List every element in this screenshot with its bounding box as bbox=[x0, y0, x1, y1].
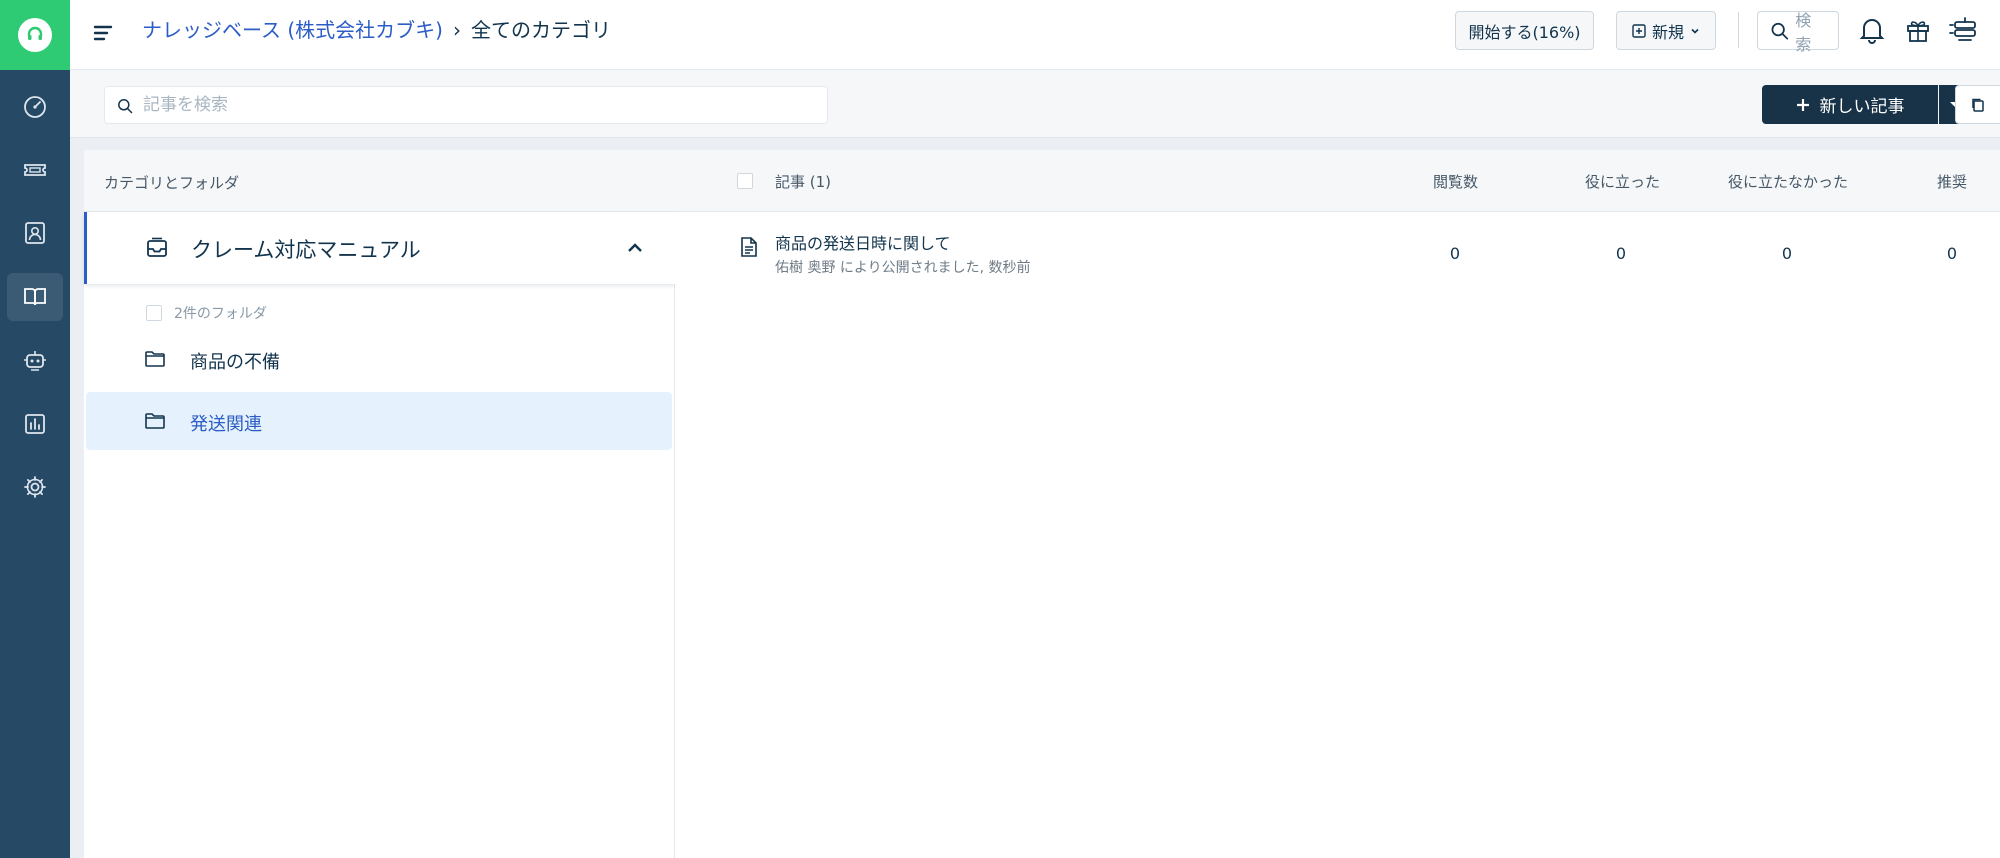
select-all-folders-checkbox[interactable] bbox=[146, 305, 162, 321]
nav-bots[interactable] bbox=[7, 336, 63, 384]
category-panel-header: カテゴリとフォルダ bbox=[84, 150, 675, 212]
folder-count-label: 2件のフォルダ bbox=[174, 306, 267, 322]
nav-knowledge-base[interactable] bbox=[7, 273, 63, 321]
nav-rail bbox=[0, 0, 70, 858]
folder-icon bbox=[145, 413, 165, 429]
plus-square-icon bbox=[1632, 23, 1646, 38]
breadcrumb: ナレッジベース (株式会社カブキ) › 全てのカテゴリ bbox=[142, 16, 611, 44]
column-not-helpful[interactable]: 役に立たなかった bbox=[1728, 171, 1848, 192]
folder-icon bbox=[145, 351, 165, 367]
search-icon bbox=[1771, 22, 1789, 40]
headset-icon bbox=[18, 18, 52, 52]
bell-icon bbox=[1859, 19, 1885, 44]
article-search-input[interactable] bbox=[143, 87, 813, 123]
new-article-label: 新しい記事 bbox=[1819, 97, 1905, 117]
articles-table-header: 記事 (1) 閲覧数 役に立った 役に立たなかった 推奨 bbox=[675, 150, 2000, 212]
column-article[interactable]: 記事 (1) bbox=[775, 171, 831, 192]
contact-icon bbox=[25, 222, 45, 244]
nav-settings[interactable] bbox=[7, 463, 63, 511]
breadcrumb-root-link[interactable]: ナレッジベース (株式会社カブキ) bbox=[142, 16, 443, 44]
bar-chart-icon bbox=[25, 414, 45, 434]
search-icon bbox=[118, 99, 133, 114]
new-article-button[interactable]: 新しい記事 bbox=[1762, 85, 1938, 124]
article-recommended: 0 bbox=[1946, 244, 1958, 263]
folder-label: 商品の不備 bbox=[190, 352, 280, 373]
gear-icon bbox=[24, 476, 46, 498]
robot-icon bbox=[24, 351, 46, 371]
new-button-label: 新規 bbox=[1651, 22, 1684, 42]
start-onboarding-button[interactable]: 開始する(16%) bbox=[1455, 11, 1594, 50]
gauge-icon bbox=[24, 96, 46, 118]
article-title-link[interactable]: 商品の発送日時に関して bbox=[775, 230, 951, 254]
category-item[interactable]: クレーム対応マニュアル bbox=[84, 212, 675, 284]
breadcrumb-current: 全てのカテゴリ bbox=[470, 18, 611, 42]
ticket-icon bbox=[24, 164, 46, 176]
article-not-helpful: 0 bbox=[1781, 244, 1793, 263]
header-divider bbox=[1738, 12, 1739, 48]
folder-item[interactable]: 商品の不備 bbox=[86, 330, 672, 388]
menu-icon[interactable] bbox=[92, 22, 114, 44]
plus-icon bbox=[1796, 98, 1809, 111]
column-views[interactable]: 閲覧数 bbox=[1433, 171, 1478, 192]
article-search-box bbox=[104, 86, 828, 124]
column-recommended[interactable]: 推奨 bbox=[1937, 171, 1967, 192]
category-panel: カテゴリとフォルダ クレーム対応マニュアル 2件のフォルダ 商品の不備 発送関連 bbox=[84, 150, 675, 858]
nav-reports[interactable] bbox=[7, 400, 63, 448]
app-logo[interactable] bbox=[0, 0, 70, 70]
breadcrumb-separator: › bbox=[452, 18, 461, 42]
category-label: クレーム対応マニュアル bbox=[191, 238, 421, 262]
global-search-label: 検索 bbox=[1795, 10, 1812, 54]
inbox-icon bbox=[147, 237, 167, 257]
sub-toolbar: 新しい記事 bbox=[70, 70, 2000, 138]
articles-panel: 記事 (1) 閲覧数 役に立った 役に立たなかった 推奨 商品の発送日時に関して… bbox=[675, 150, 2000, 858]
nav-tickets[interactable] bbox=[7, 146, 63, 194]
article-views: 0 bbox=[1449, 244, 1461, 263]
gift-icon bbox=[1907, 21, 1929, 42]
document-icon bbox=[741, 237, 757, 257]
new-dropdown-button[interactable]: 新規 bbox=[1616, 11, 1716, 50]
folder-label: 発送関連 bbox=[190, 414, 262, 435]
product-switcher-button[interactable] bbox=[1948, 14, 1980, 46]
copy-icon bbox=[1972, 98, 1984, 112]
article-helpful: 0 bbox=[1615, 244, 1627, 263]
chevron-down-icon bbox=[1691, 28, 1699, 34]
table-row[interactable]: 商品の発送日時に関して 佑樹 奥野 により公開されました, 数秒前 0 0 0 … bbox=[675, 212, 2000, 292]
apps-icon bbox=[1949, 17, 1976, 41]
app-root: ナレッジベース (株式会社カブキ) › 全てのカテゴリ 開始する(16%) 新規… bbox=[0, 0, 2000, 858]
article-meta: 佑樹 奥野 により公開されました, 数秒前 bbox=[775, 260, 1031, 276]
book-icon bbox=[24, 288, 46, 306]
nav-contacts[interactable] bbox=[7, 209, 63, 257]
global-search-button[interactable]: 検索 bbox=[1757, 11, 1839, 54]
nav-dashboard[interactable] bbox=[7, 83, 63, 131]
column-helpful[interactable]: 役に立った bbox=[1585, 171, 1660, 192]
folder-count: 2件のフォルダ bbox=[146, 303, 267, 323]
notifications-button[interactable] bbox=[1856, 14, 1888, 46]
top-header: ナレッジベース (株式会社カブキ) › 全てのカテゴリ 開始する(16%) 新規… bbox=[70, 0, 2000, 70]
chevron-up-icon[interactable] bbox=[625, 238, 645, 258]
select-all-articles-checkbox[interactable] bbox=[737, 173, 753, 189]
start-button-label: 開始する(16%) bbox=[1468, 22, 1581, 42]
whats-new-button[interactable] bbox=[1902, 14, 1934, 46]
folder-item-selected[interactable]: 発送関連 bbox=[86, 392, 672, 450]
copy-button[interactable] bbox=[1955, 85, 2000, 124]
